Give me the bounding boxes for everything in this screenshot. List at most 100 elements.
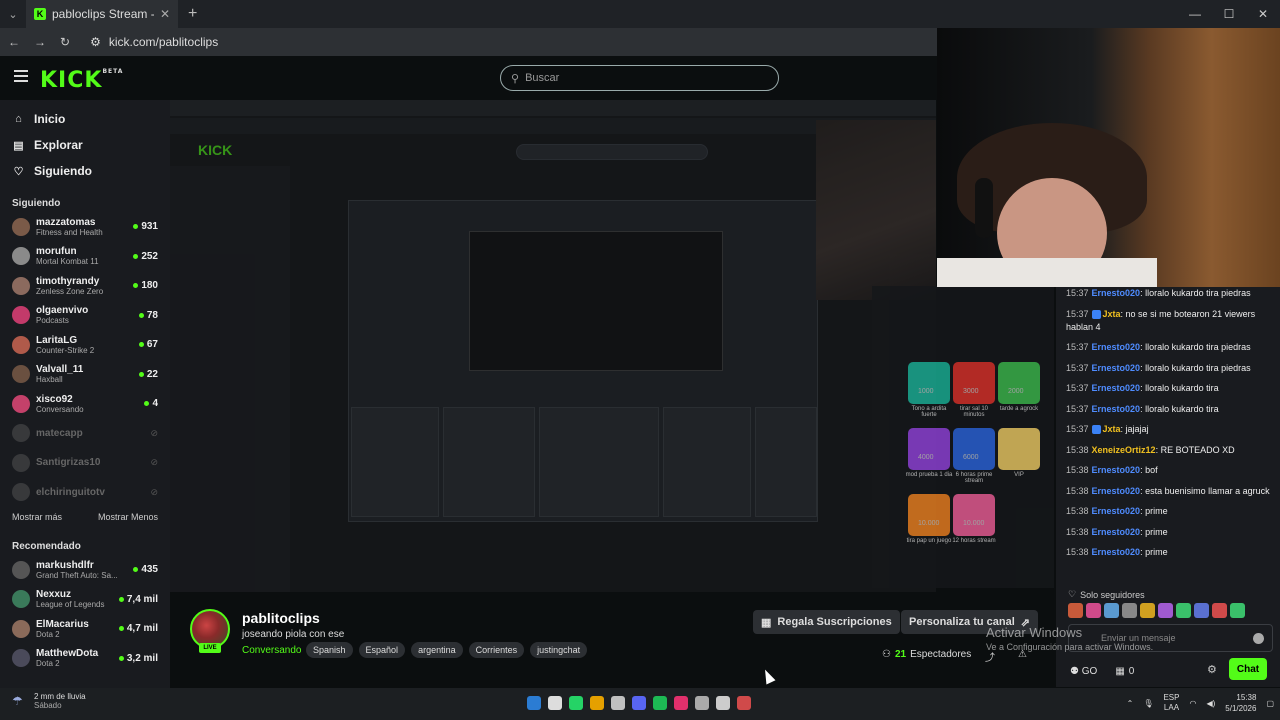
gift-subscriptions-button[interactable]: ▦ Regala Suscripciones [753,610,900,634]
channel-name: Nexxuz [36,589,72,601]
reward-tile: 6000 [953,428,995,470]
chat-send-button[interactable]: Chat [1229,658,1267,680]
taskbar-app-icon[interactable] [569,696,583,710]
taskbar-app-icon[interactable] [695,696,709,710]
stream-category[interactable]: Conversando [242,645,301,656]
show-less-link[interactable]: Mostrar Menos [98,512,158,522]
new-tab-button[interactable]: + [188,5,197,23]
maximize-icon[interactable]: ☐ [1212,0,1246,28]
taskbar-app-icon[interactable] [590,696,604,710]
site-info-icon[interactable]: ⚙ [90,35,101,49]
message-username[interactable]: Ernesto020 [1092,527,1141,537]
message-username[interactable]: Ernesto020 [1092,465,1141,475]
kick-logo[interactable]: KICKBETA [40,68,123,93]
microphone-icon[interactable]: 🎙 [1143,699,1153,708]
message-username[interactable]: Ernesto020 [1092,506,1141,516]
message-username[interactable]: Ernesto020 [1092,404,1141,414]
wifi-icon[interactable]: ◠ [1189,699,1196,708]
weather-widget[interactable]: ☂ 2 mm de lluvia Sábado [12,692,86,710]
channel-item[interactable]: Santigrizas10 ⊘ [0,448,170,478]
nav-inicio[interactable]: ⌂ Inicio [0,106,170,132]
stream-tag[interactable]: argentina [411,642,463,658]
message-username[interactable]: Ernesto020 [1092,383,1141,393]
language-indicator[interactable]: ESP LAA [1163,693,1179,713]
chat-message: 15:38 Ernesto020: prime [1066,546,1270,559]
forward-icon[interactable]: → [34,35,46,49]
close-window-icon[interactable]: ✕ [1246,0,1280,28]
notifications-icon[interactable]: ▢ [1266,699,1274,708]
channel-item[interactable]: mazzatomas Fitness and Health 931 [0,212,170,242]
chat-settings-icon[interactable]: ⚙ [1207,663,1217,676]
channel-item[interactable]: Nexxuz League of Legends 7,4 mil [0,585,170,615]
message-text: : lloralo kukardo tira piedras [1140,362,1251,373]
viewer-count-value: 4 [152,398,158,410]
video-player[interactable]: KICK [170,100,936,592]
channel-item[interactable]: ElMacarius Dota 2 4,7 mil [0,614,170,644]
stream-tag[interactable]: Corrientes [468,642,525,658]
emote-icon[interactable] [1158,603,1173,618]
taskbar-app-icon[interactable] [527,696,541,710]
minimize-icon[interactable]: — [1178,0,1212,28]
message-username[interactable]: Ernesto020 [1092,288,1141,298]
channel-item[interactable]: Valvall_11 Haxball 22 [0,360,170,390]
channel-item[interactable]: elchiringuitotv ⊘ [0,478,170,508]
show-more-link[interactable]: Mostrar más [12,512,62,522]
tray-chevron-icon[interactable]: ⌃ [1127,699,1134,708]
emote-icon[interactable] [1104,603,1119,618]
obs-window [348,200,818,522]
menu-icon[interactable] [14,70,28,82]
channel-item[interactable]: LaritaLG Counter-Strike 2 67 [0,330,170,360]
channel-item[interactable]: MatthewDota Dota 2 3,2 mil [0,644,170,674]
browser-tab[interactable]: K pabloclips Stream - Watch Li... ✕ [26,0,178,28]
emote-icon[interactable] [1068,603,1083,618]
emote-icon[interactable] [1230,603,1245,618]
taskbar-app-icon[interactable] [674,696,688,710]
channel-item[interactable]: xisco92 Conversando 4 [0,389,170,419]
emote-icon[interactable] [1086,603,1101,618]
message-username[interactable]: Ernesto020 [1092,342,1141,352]
clock[interactable]: 15:38 5/1/2026 [1225,692,1256,714]
kicks-icon[interactable]: ⚉ GO [1070,666,1097,677]
gift-icon[interactable]: ▦ [1115,666,1124,677]
taskbar-app-icon[interactable] [632,696,646,710]
search-input[interactable]: ⚲ Buscar [500,65,779,91]
message-username[interactable]: Jxta [1103,309,1121,319]
volume-icon[interactable]: ◀) [1206,699,1215,708]
taskbar-app-icon[interactable] [548,696,562,710]
nav-explorar[interactable]: ▤ Explorar [0,132,170,158]
message-username[interactable]: Ernesto020 [1092,363,1141,373]
tab-list-button[interactable]: ⌄ [0,0,26,28]
emote-icon[interactable] [1212,603,1227,618]
taskbar-app-icon[interactable] [737,696,751,710]
streamer-name[interactable]: pablitoclips [242,610,320,626]
message-username[interactable]: Jxta [1103,424,1121,434]
message-username[interactable]: Ernesto020 [1092,486,1141,496]
taskbar-app-icon[interactable] [653,696,667,710]
message-username[interactable]: Ernesto020 [1092,547,1141,557]
message-username[interactable]: XeneizeOrtiz12 [1092,445,1156,455]
channel-item[interactable]: matecapp ⊘ [0,419,170,449]
emoji-icon[interactable] [1253,633,1264,644]
reward-cost: 10.000 [963,520,985,527]
url-field[interactable]: ⚙ kick.com/pablitoclips [90,35,218,49]
taskbar-app-icon[interactable] [611,696,625,710]
emote-icon[interactable] [1194,603,1209,618]
channel-item[interactable]: markushdlfr Grand Theft Auto: Sa... 435 [0,555,170,585]
channel-item[interactable]: timothyrandy Zenless Zone Zero 180 [0,271,170,301]
back-icon[interactable]: ← [8,35,20,49]
emote-icon[interactable] [1176,603,1191,618]
nav-siguiendo[interactable]: ♡ Siguiendo [0,158,170,184]
close-tab-icon[interactable]: ✕ [160,7,170,21]
reload-icon[interactable]: ↻ [60,35,70,49]
channel-info: matecapp [36,428,144,439]
stream-tag[interactable]: Español [358,642,406,658]
avatar [12,247,30,266]
emote-icon[interactable] [1140,603,1155,618]
emote-icon[interactable] [1122,603,1137,618]
avatar [12,335,30,354]
channel-item[interactable]: morufun Mortal Kombat 11 252 [0,242,170,272]
taskbar-app-icon[interactable] [716,696,730,710]
stream-tag[interactable]: justingchat [530,642,588,658]
stream-tag[interactable]: Spanish [306,642,353,658]
channel-item[interactable]: olgaenvivo Podcasts 78 [0,301,170,331]
